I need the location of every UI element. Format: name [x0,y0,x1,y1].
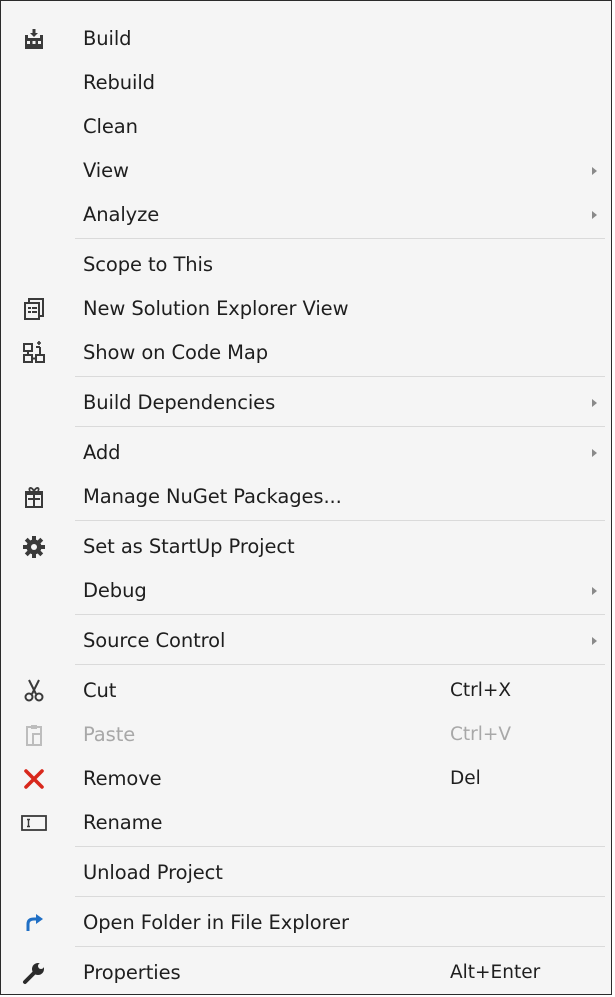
menu-item-source-control[interactable]: Source Control [1,622,611,660]
project-context-menu: Build Rebuild Clean View Analyze Scope t… [0,0,612,995]
menu-separator [75,520,605,521]
menu-item-remove[interactable]: Remove Del [1,760,611,798]
menu-separator [75,426,605,427]
menu-separator [75,946,605,947]
menu-item-set-startup-project[interactable]: Set as StartUp Project [1,528,611,566]
shortcut-label: Alt+Enter [450,962,541,984]
submenu-arrow-icon [592,399,597,407]
menu-item-label: View [83,159,129,183]
shortcut-label: Ctrl+X [450,680,512,702]
menu-item-build-dependencies[interactable]: Build Dependencies [1,384,611,422]
menu-separator [75,846,605,847]
menu-item-label: Debug [83,579,147,603]
menu-separator [75,896,605,897]
menu-item-manage-nuget-packages[interactable]: Manage NuGet Packages... [1,478,611,516]
menu-item-label: Set as StartUp Project [83,535,295,559]
menu-item-label: Manage NuGet Packages... [83,485,342,509]
solution-explorer-view-icon [21,296,47,322]
menu-item-label: Build [83,27,132,51]
submenu-arrow-icon [592,167,597,175]
menu-separator [75,614,605,615]
menu-separator [75,238,605,239]
clipboard-icon [21,722,47,748]
menu-item-label: Remove [83,767,162,791]
menu-item-build[interactable]: Build [1,20,611,58]
menu-item-debug[interactable]: Debug [1,572,611,610]
menu-item-label: Properties [83,961,181,985]
shortcut-label: Ctrl+V [450,724,512,746]
menu-item-clean[interactable]: Clean [1,108,611,146]
menu-item-paste[interactable]: Paste Ctrl+V [1,716,611,754]
menu-item-rebuild[interactable]: Rebuild [1,64,611,102]
menu-item-new-solution-explorer-view[interactable]: New Solution Explorer View [1,290,611,328]
menu-item-label: Show on Code Map [83,341,268,365]
redirect-arrow-icon [21,910,47,936]
menu-item-view[interactable]: View [1,152,611,190]
submenu-arrow-icon [592,637,597,645]
menu-separator [75,376,605,377]
wrench-icon [21,960,47,986]
menu-item-cut[interactable]: Cut Ctrl+X [1,672,611,710]
menu-item-label: Clean [83,115,138,139]
menu-item-label: Open Folder in File Explorer [83,911,349,935]
gear-icon [21,534,47,560]
rename-icon [21,810,47,836]
menu-item-scope-to-this[interactable]: Scope to This [1,246,611,284]
menu-item-show-on-code-map[interactable]: Show on Code Map [1,334,611,372]
nuget-package-icon [21,484,47,510]
menu-item-add[interactable]: Add [1,434,611,472]
code-map-icon [21,340,47,366]
scissors-icon [21,678,47,704]
menu-item-label: Unload Project [83,861,223,885]
menu-item-label: New Solution Explorer View [83,297,349,321]
menu-item-label: Rebuild [83,71,155,95]
menu-item-properties[interactable]: Properties Alt+Enter [1,954,611,992]
menu-item-label: Paste [83,723,136,747]
shortcut-label: Del [450,768,481,790]
menu-item-label: Build Dependencies [83,391,276,415]
submenu-arrow-icon [592,587,597,595]
menu-item-label: Rename [83,811,163,835]
menu-item-label: Add [83,441,121,465]
menu-item-open-folder-in-file-explorer[interactable]: Open Folder in File Explorer [1,904,611,942]
build-icon [21,26,47,52]
submenu-arrow-icon [592,449,597,457]
menu-item-label: Cut [83,679,117,703]
menu-item-analyze[interactable]: Analyze [1,196,611,234]
menu-separator [75,664,605,665]
menu-item-label: Analyze [83,203,160,227]
menu-item-rename[interactable]: Rename [1,804,611,842]
red-x-icon [21,766,47,792]
menu-item-label: Source Control [83,629,226,653]
submenu-arrow-icon [592,211,597,219]
menu-item-label: Scope to This [83,253,213,277]
menu-item-unload-project[interactable]: Unload Project [1,854,611,892]
